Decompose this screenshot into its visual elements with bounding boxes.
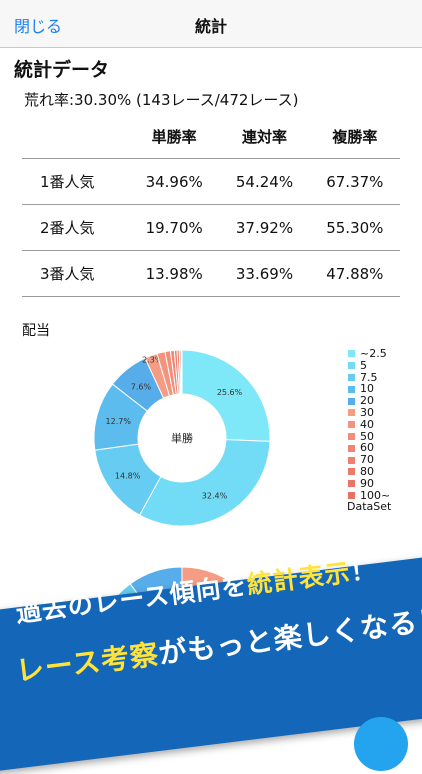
cell-show: 55.30% bbox=[309, 204, 400, 251]
cell-show: 47.88% bbox=[309, 250, 400, 297]
legend-label: 30 bbox=[360, 405, 374, 419]
stats-table: 単勝率 連対率 複勝率 1番人気 34.96% 54.24% 67.37% 2番… bbox=[22, 114, 400, 297]
section-title: 統計データ bbox=[14, 59, 110, 81]
legend-swatch bbox=[348, 444, 355, 452]
table-header bbox=[22, 114, 129, 159]
legend-item: 80 bbox=[348, 466, 391, 478]
slice-label: 14.8% bbox=[115, 471, 141, 480]
cell-win: 13.98% bbox=[129, 250, 220, 297]
legend-swatch bbox=[348, 373, 355, 381]
legend-item: 90 bbox=[348, 476, 391, 490]
table-row: 1番人気 34.96% 54.24% 67.37% bbox=[22, 158, 400, 205]
legend-item: ~2.5 bbox=[348, 348, 391, 360]
legend-swatch bbox=[348, 432, 355, 440]
chart-legend: ~2.5 5 7.5 10 20 30 40 50 60 70 80 90 100~ DataSet bbox=[347, 348, 392, 514]
legend-label: 40 bbox=[360, 417, 374, 431]
legend-dataset-label: DataSet bbox=[347, 500, 392, 514]
table-row: 2番人気 19.70% 37.92% 55.30% bbox=[22, 204, 400, 251]
legend-swatch bbox=[348, 421, 355, 429]
legend-swatch bbox=[348, 480, 355, 488]
legend-swatch bbox=[348, 409, 355, 417]
legend-label: 80 bbox=[360, 464, 374, 478]
legend-swatch bbox=[348, 468, 355, 476]
cell-place2: 54.24% bbox=[219, 158, 310, 205]
table-header: 複勝率 bbox=[309, 114, 400, 159]
slice-label: 25.6% bbox=[217, 388, 243, 397]
row-label: 3番人気 bbox=[22, 250, 129, 297]
donut-center-label: 単勝 bbox=[171, 431, 193, 445]
slice-label: 7.6% bbox=[131, 382, 152, 391]
legend-swatch bbox=[348, 456, 355, 464]
payout-label: 配当 bbox=[22, 323, 50, 339]
rough-rate-text: 荒れ率:30.30% (143レース/472レース) bbox=[24, 91, 299, 109]
page-title: 統計 bbox=[194, 17, 227, 36]
row-label: 1番人気 bbox=[22, 158, 129, 205]
table-header: 単勝率 bbox=[129, 114, 220, 159]
cell-win: 34.96% bbox=[129, 158, 220, 205]
legend-item: 30 bbox=[348, 407, 391, 419]
table-header: 連対率 bbox=[219, 114, 310, 159]
legend-swatch bbox=[348, 385, 355, 393]
legend-label: 5 bbox=[360, 358, 367, 372]
legend-swatch bbox=[348, 350, 355, 358]
legend-item: 5 bbox=[348, 358, 391, 372]
cell-show: 67.37% bbox=[309, 158, 400, 205]
floating-action-button[interactable] bbox=[354, 717, 408, 771]
pie-slice bbox=[180, 349, 183, 395]
slice-label: 12.7% bbox=[106, 417, 132, 426]
legend-label: 90 bbox=[360, 476, 374, 490]
legend-item: 40 bbox=[348, 417, 391, 431]
legend-swatch bbox=[348, 362, 355, 370]
legend-swatch bbox=[348, 397, 355, 405]
legend-swatch bbox=[348, 491, 355, 499]
nav-bar: 閉じる 統計 bbox=[0, 0, 422, 48]
pie-slice bbox=[138, 439, 271, 527]
table-row: 3番人気 13.98% 33.69% 47.88% bbox=[22, 250, 400, 297]
slice-label: 32.4% bbox=[202, 491, 228, 500]
cell-win: 19.70% bbox=[129, 204, 220, 251]
cell-place2: 37.92% bbox=[219, 204, 310, 251]
payout-donut-chart: 25.6%32.4%14.8%12.7%7.6%2.3%単勝 bbox=[93, 349, 271, 527]
cell-place2: 33.69% bbox=[219, 250, 310, 297]
table-header-row: 単勝率 連対率 複勝率 bbox=[22, 114, 400, 159]
row-label: 2番人気 bbox=[22, 204, 129, 251]
